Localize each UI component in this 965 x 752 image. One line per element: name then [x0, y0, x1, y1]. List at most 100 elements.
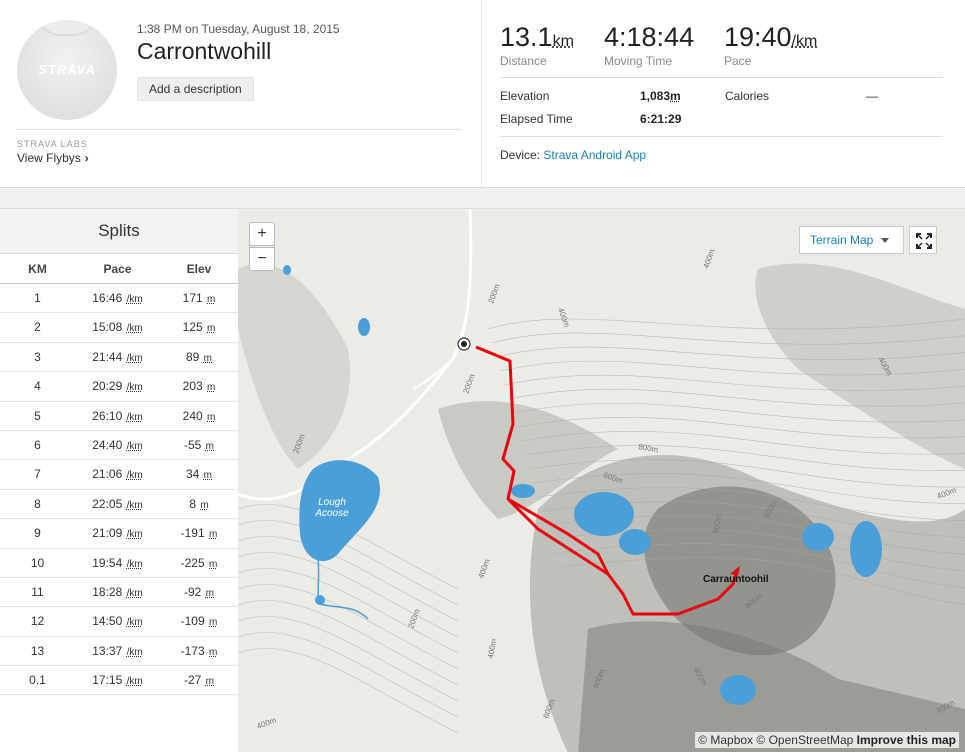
lake	[720, 675, 756, 705]
split-pace-value: 13:37	[92, 643, 123, 658]
split-pace-value: 20:29	[92, 379, 123, 394]
split-elev: 240 m	[160, 402, 238, 430]
split-pace: 22:05 /km	[75, 490, 160, 518]
split-pace-value: 21:06	[92, 467, 123, 482]
avatar-logo: STRAVA	[38, 62, 96, 77]
split-pace-value: 19:54	[92, 555, 123, 570]
view-flybys-label: View Flybys	[17, 151, 81, 165]
pace-unit: /km	[126, 323, 143, 335]
contour-line	[238, 584, 459, 670]
elevation-value: 1,083m	[640, 89, 681, 103]
split-elev: -27 m	[160, 666, 238, 694]
header-pace: Pace	[103, 262, 132, 276]
moving-time-label: Moving Time	[604, 54, 673, 68]
terrain-map-canvas: LoughAcooseCarrauntoohil200m400m200m200m…	[238, 209, 965, 752]
add-description-button[interactable]: Add a description	[137, 77, 254, 101]
split-km: 5	[34, 408, 41, 423]
elevation-label: Elevation	[500, 89, 550, 103]
zoom-in-button[interactable]: +	[249, 222, 275, 246]
improve-map-link[interactable]: Improve this map	[857, 733, 956, 747]
elevation-number: 1,083	[640, 89, 671, 103]
device-label: Device:	[500, 148, 541, 162]
elapsed-time-value: 6:21:29	[640, 112, 682, 126]
header-elev: Elev	[186, 262, 212, 276]
split-elev-value: -55	[183, 437, 202, 452]
shirt-collar-icon	[35, 20, 99, 36]
contour-label: 400m	[556, 307, 571, 329]
calories-label: Calories	[725, 89, 770, 103]
table-row: 12 14:50 /km -109 m	[0, 607, 238, 637]
split-km: 10	[30, 555, 45, 570]
elev-unit: m	[203, 352, 213, 364]
split-km: 3	[34, 349, 41, 364]
contour-label: 400m	[476, 557, 491, 579]
table-row: 5 26:10 /km 240 m	[0, 402, 238, 431]
stream	[317, 558, 369, 620]
zoom-out-button[interactable]: −	[249, 247, 275, 271]
header-km: KM	[28, 262, 47, 276]
device-link[interactable]: Strava Android App	[543, 148, 646, 162]
activity-title[interactable]: Carrontwohill	[137, 38, 271, 65]
lake-label: Lough	[318, 497, 346, 508]
lake	[358, 318, 370, 336]
distance-unit: km	[552, 33, 574, 50]
split-pace: 16:46 /km	[75, 284, 160, 312]
moving-time-value: 4:18:44	[604, 22, 695, 52]
split-elev-value: -173	[180, 643, 205, 658]
split-pace-value: 22:05	[92, 496, 123, 511]
distance-value: 13.1	[500, 22, 553, 52]
route-map[interactable]: Lough Acoose Carrauntoohil 200m 400m 200m 200m…	[238, 208, 965, 752]
split-elev: -225 m	[160, 549, 238, 577]
split-km: 0.1	[29, 673, 46, 688]
view-flybys-link[interactable]: View Flybys ›	[17, 151, 89, 165]
split-elev: -173 m	[160, 637, 238, 665]
split-pace-value: 16:46	[92, 291, 123, 305]
map-layer-dropdown[interactable]: Terrain Map	[799, 226, 904, 254]
distance-label: Distance	[500, 54, 547, 68]
lake	[315, 595, 325, 605]
calories-value: —	[866, 89, 878, 103]
split-km: 6	[34, 437, 41, 452]
split-elev: -92 m	[160, 578, 238, 606]
fullscreen-button[interactable]	[909, 226, 937, 254]
split-km: 1	[34, 291, 41, 305]
chevron-right-icon: ›	[84, 151, 89, 165]
elev-unit: m	[207, 411, 216, 423]
pace-value: 19:40	[724, 22, 792, 52]
split-elev-value: 34	[185, 467, 200, 482]
elev-unit: m	[209, 529, 218, 541]
elev-unit: m	[200, 499, 209, 511]
split-km: 11	[31, 584, 44, 599]
split-pace-value: 21:44	[92, 349, 123, 364]
pace-unit: /km	[126, 617, 143, 629]
split-pace: 21:44 /km	[75, 343, 160, 371]
pace-unit: /km	[126, 352, 143, 364]
split-elev-value: -109	[180, 614, 205, 629]
table-row: 4 20:29 /km 203 m	[0, 372, 238, 402]
pace-unit: /km	[126, 382, 143, 394]
table-row: 6 24:40 /km -55 m	[0, 431, 238, 461]
split-pace: 21:06 /km	[75, 460, 160, 488]
table-row: 9 21:09 /km -191 m	[0, 519, 238, 549]
split-pace: 26:10 /km	[75, 402, 160, 430]
pace-unit: /km	[126, 499, 143, 511]
elev-unit: m	[205, 676, 215, 688]
split-pace-value: 26:10	[92, 408, 123, 423]
split-km: 13	[30, 643, 45, 658]
divider	[500, 136, 943, 137]
mapbox-credit-link[interactable]: © Mapbox	[698, 733, 753, 747]
split-elev: -191 m	[160, 519, 238, 547]
split-pace-value: 17:15	[92, 673, 123, 688]
split-km: 7	[34, 467, 41, 482]
contour-line	[238, 616, 459, 702]
split-elev-value: 171	[182, 291, 203, 305]
hill-shade	[238, 263, 350, 469]
contour-label: 400m	[701, 247, 716, 269]
split-km: 12	[30, 614, 45, 629]
table-row: 10 19:54 /km -225 m	[0, 549, 238, 578]
avatar[interactable]: STRAVA	[17, 20, 117, 120]
contour-label: 400m	[256, 715, 278, 730]
stat-moving-time: 4:18:44 Moving Time	[604, 22, 694, 68]
lake	[574, 492, 634, 536]
osm-credit-link[interactable]: © OpenStreetMap	[756, 733, 853, 747]
